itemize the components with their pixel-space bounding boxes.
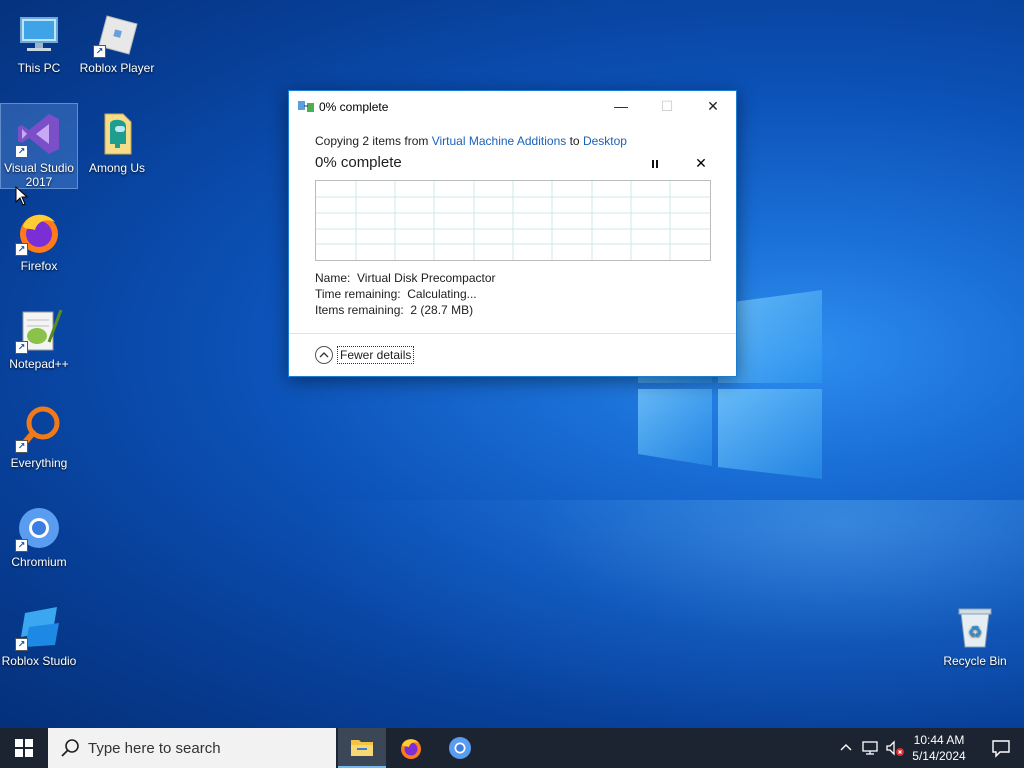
desktop: This PC ↗ Roblox Player ↗ Visual Studio …: [0, 0, 1024, 728]
transfer-speed-graph: [315, 180, 711, 261]
destination-link[interactable]: Desktop: [583, 134, 627, 148]
desktop-icon-this-pc[interactable]: This PC: [1, 4, 77, 88]
computer-icon: [15, 10, 63, 58]
start-button[interactable]: [0, 728, 48, 768]
desktop-icon-recycle-bin[interactable]: ♻ Recycle Bin: [937, 597, 1013, 681]
everything-search-icon: ↗: [15, 405, 63, 453]
recycle-bin-icon: ♻: [951, 603, 999, 651]
action-center-button[interactable]: [978, 728, 1024, 768]
file-explorer-icon: [351, 740, 373, 756]
roblox-player-icon: ↗: [93, 10, 141, 58]
progress-heading: 0% complete: [315, 154, 402, 171]
svg-text:♻: ♻: [968, 622, 982, 641]
chevron-up-icon: [315, 346, 333, 364]
shortcut-arrow-icon: ↗: [15, 440, 28, 453]
chromium-icon: [449, 737, 471, 759]
system-tray: [836, 728, 906, 768]
desktop-icon-chromium[interactable]: ↗ Chromium: [1, 498, 77, 582]
search-input[interactable]: Type here to search: [48, 728, 336, 768]
source-link[interactable]: Virtual Machine Additions: [432, 134, 567, 148]
maximize-button: ☐: [660, 97, 674, 114]
desktop-icon-roblox-player[interactable]: ↗ Roblox Player: [79, 4, 155, 88]
volume-muted-icon[interactable]: [884, 738, 906, 758]
roblox-studio-icon: ↗: [15, 603, 63, 651]
copy-progress-icon: [298, 101, 314, 112]
shortcut-arrow-icon: ↗: [15, 539, 28, 552]
firefox-icon: [401, 739, 421, 759]
folder-icon: [93, 110, 141, 158]
mouse-cursor-icon: [15, 186, 29, 206]
shortcut-arrow-icon: ↗: [15, 243, 28, 256]
windows-start-icon: [15, 739, 33, 757]
close-button[interactable]: ✕: [690, 91, 736, 121]
shortcut-arrow-icon: ↗: [15, 341, 28, 354]
shortcut-arrow-icon: ↗: [93, 45, 106, 58]
copy-summary: Copying 2 items from Virtual Machine Add…: [315, 134, 627, 148]
pause-icon[interactable]: [647, 157, 663, 171]
desktop-icon-roblox-studio[interactable]: ↗ Roblox Studio: [1, 597, 77, 681]
shortcut-arrow-icon: ↗: [15, 145, 28, 158]
firefox-icon: ↗: [15, 208, 63, 256]
taskbar-clock[interactable]: 10:44 AM 5/14/2024: [906, 732, 972, 764]
notification-icon: [992, 740, 1010, 758]
shortcut-arrow-icon: ↗: [15, 638, 28, 651]
taskbar-firefox[interactable]: [387, 728, 435, 768]
desktop-icon-visual-studio[interactable]: ↗ Visual Studio 2017: [0, 103, 78, 189]
taskbar-file-explorer[interactable]: [338, 728, 386, 768]
desktop-icon-everything[interactable]: ↗ Everything: [1, 399, 77, 483]
visual-studio-icon: ↗: [15, 110, 63, 158]
network-icon[interactable]: [860, 738, 882, 758]
chevron-up-icon[interactable]: [836, 738, 856, 758]
detail-name: Name: Virtual Disk Precompactor: [315, 271, 496, 285]
taskbar: Type here to search 10:44 AM 5/14/2024: [0, 728, 1024, 768]
divider: [289, 333, 736, 334]
cancel-copy-button[interactable]: ✕: [693, 155, 709, 171]
minimize-button[interactable]: —: [598, 91, 644, 121]
taskbar-chromium[interactable]: [436, 728, 484, 768]
file-copy-dialog: 0% complete — ☐ ✕ Copying 2 items from V…: [288, 90, 737, 377]
dialog-titlebar[interactable]: 0% complete — ☐ ✕: [289, 91, 736, 121]
search-icon: [61, 739, 79, 757]
detail-time-remaining: Time remaining: Calculating...: [315, 287, 477, 301]
desktop-icon-firefox[interactable]: ↗ Firefox: [1, 202, 77, 286]
fewer-details-button[interactable]: Fewer details: [315, 345, 415, 365]
dialog-title: 0% complete: [319, 100, 389, 114]
detail-items-remaining: Items remaining: 2 (28.7 MB): [315, 303, 474, 317]
chromium-icon: ↗: [15, 504, 63, 552]
desktop-icon-notepadpp[interactable]: ↗ Notepad++: [1, 300, 77, 384]
desktop-icon-among-us[interactable]: Among Us: [79, 104, 155, 188]
notepadpp-icon: ↗: [15, 306, 63, 354]
